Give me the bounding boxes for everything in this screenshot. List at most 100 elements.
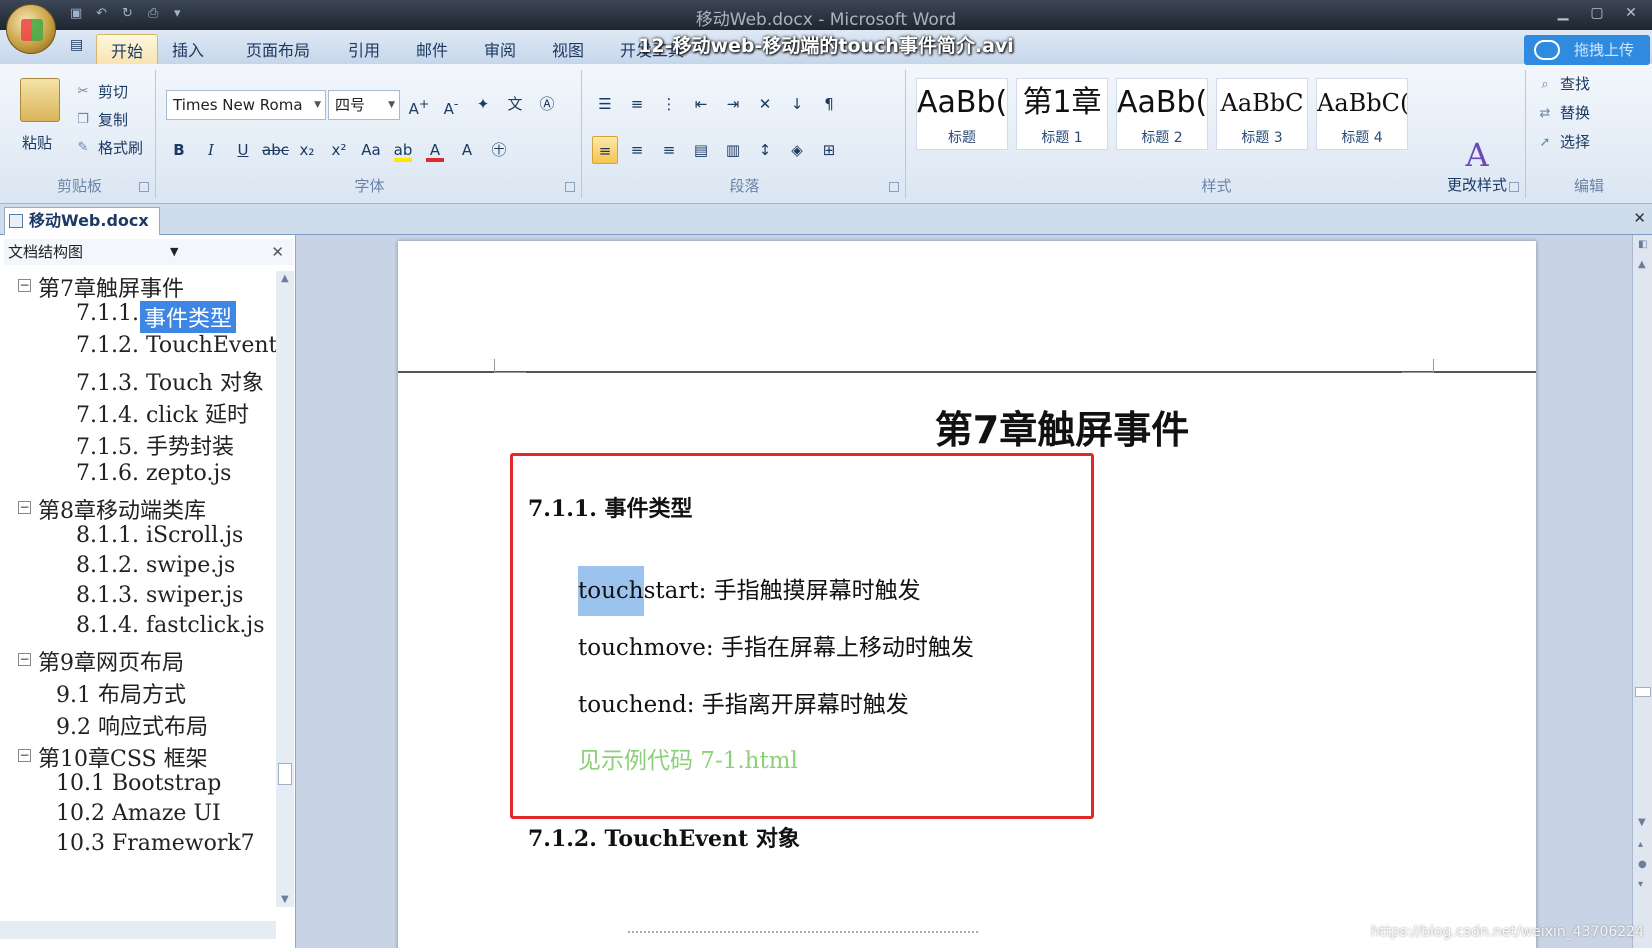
map-item[interactable]: 8.1.3. swiper.js bbox=[76, 583, 243, 608]
map-item[interactable]: 8.1.2. swipe.js bbox=[76, 553, 235, 578]
document-map-header[interactable]: 文档结构图 ▼ ✕ bbox=[4, 239, 294, 265]
close-document-icon[interactable]: ✕ bbox=[1633, 209, 1646, 227]
italic-button[interactable]: I bbox=[198, 136, 224, 164]
upload-label: 拖拽上传 bbox=[1574, 41, 1635, 59]
map-item[interactable]: 7.1.6. zepto.js bbox=[76, 461, 231, 486]
map-item[interactable]: 10.3 Framework7 bbox=[56, 831, 255, 856]
map-item[interactable]: 第10章CSS 框架 bbox=[38, 741, 208, 773]
char-shading-icon[interactable]: A bbox=[454, 136, 480, 164]
bullets-icon[interactable]: ☰ bbox=[592, 90, 618, 118]
collapse-toggle-icon[interactable]: − bbox=[18, 749, 31, 762]
collapse-toggle-icon[interactable]: − bbox=[18, 653, 31, 666]
map-item[interactable]: 第9章网页布局 bbox=[38, 645, 184, 677]
map-item[interactable]: 9.2 响应式布局 bbox=[56, 709, 208, 741]
style-heading-2[interactable]: AaBb( 标题 2 bbox=[1116, 78, 1208, 150]
font-color-button[interactable]: A bbox=[422, 136, 448, 164]
map-item[interactable]: 7.1.4. click 延时 bbox=[76, 397, 249, 429]
borders-icon[interactable]: ⊞ bbox=[816, 136, 842, 164]
change-case-button[interactable]: Aa bbox=[358, 136, 384, 164]
map-item[interactable]: 7.1.2. TouchEvent bbox=[76, 333, 277, 358]
align-center-icon[interactable]: ≡ bbox=[624, 136, 650, 164]
justify-icon[interactable]: ▤ bbox=[688, 136, 714, 164]
increase-indent-icon[interactable]: ⇥ bbox=[720, 90, 746, 118]
font-size-select[interactable]: 四号 ▼ bbox=[328, 90, 400, 120]
find-button[interactable]: ⌕ 查找 bbox=[1536, 70, 1590, 99]
map-item[interactable]: 10.2 Amaze UI bbox=[56, 801, 221, 826]
map-item[interactable]: 7.1.5. 手势封装 bbox=[76, 429, 234, 461]
align-left-icon[interactable]: ≡ bbox=[592, 136, 618, 164]
map-item[interactable]: 8.1.4. fastclick.js bbox=[76, 613, 265, 638]
font-launcher-icon[interactable] bbox=[565, 182, 575, 192]
replace-button[interactable]: ⇄ 替换 bbox=[1536, 99, 1590, 128]
chinese-layout-icon[interactable]: ✕ bbox=[752, 90, 778, 118]
multilevel-list-icon[interactable]: ⋮ bbox=[656, 90, 682, 118]
map-horizontal-scrollbar[interactable] bbox=[0, 921, 276, 939]
paragraph-label: 段落 bbox=[729, 177, 760, 195]
strikethrough-button[interactable]: abc bbox=[262, 136, 289, 164]
collapse-toggle-icon[interactable]: − bbox=[18, 501, 31, 514]
decrease-indent-icon[interactable]: ⇤ bbox=[688, 90, 714, 118]
change-styles-button[interactable]: A 更改样式 bbox=[1436, 136, 1518, 195]
clear-format-icon[interactable]: ✦ bbox=[470, 90, 496, 118]
document-scrollbar[interactable]: ◧ ▲ ▼ ▴ ● ▾ bbox=[1632, 235, 1652, 948]
paste-button[interactable]: 粘贴 bbox=[22, 132, 52, 153]
map-item[interactable]: 10.1 Bootstrap bbox=[56, 771, 221, 796]
bold-button[interactable]: B bbox=[166, 136, 192, 164]
map-item[interactable]: 9.1 布局方式 bbox=[56, 677, 186, 709]
copy-icon: ❐ bbox=[77, 112, 89, 127]
example-code-link[interactable]: 见示例代码 7-1.html bbox=[578, 741, 798, 775]
shading-icon[interactable]: ◈ bbox=[784, 136, 810, 164]
style-title[interactable]: AaBb( 标题 bbox=[916, 78, 1008, 150]
document-tab[interactable]: 移动Web.docx bbox=[4, 207, 160, 235]
format-painter-button[interactable]: ✎ 格式刷 bbox=[74, 134, 143, 162]
style-heading-4[interactable]: AaBbC( 标题 4 bbox=[1316, 78, 1408, 150]
collapse-toggle-icon[interactable]: − bbox=[18, 279, 31, 292]
superscript-button[interactable]: x² bbox=[326, 136, 352, 164]
close-icon[interactable]: ✕ bbox=[1616, 2, 1646, 24]
document-page[interactable]: 第7章触屏事件 7.1.1. 事件类型 touchstart: 手指触摸屏幕时触… bbox=[398, 241, 1536, 948]
scroll-down-icon: ▼ bbox=[281, 894, 289, 905]
grow-font-icon[interactable]: A+ bbox=[406, 90, 432, 118]
maximize-icon[interactable]: ▢ bbox=[1582, 2, 1612, 24]
drag-upload-button[interactable]: 拖拽上传 bbox=[1524, 35, 1650, 65]
touchstart-line: touchstart: 手指触摸屏幕时触发 bbox=[578, 566, 921, 616]
clipboard-launcher-icon[interactable] bbox=[139, 182, 149, 192]
style-heading-1[interactable]: 第1章 标题 1 bbox=[1016, 78, 1108, 150]
shrink-font-icon[interactable]: A- bbox=[438, 90, 464, 118]
map-item[interactable]: 第7章触屏事件 bbox=[38, 271, 184, 303]
map-scroll-thumb[interactable] bbox=[278, 763, 292, 785]
close-pane-icon[interactable]: ✕ bbox=[271, 239, 284, 265]
align-right-icon[interactable]: ≡ bbox=[656, 136, 682, 164]
char-border-icon[interactable]: Ⓐ bbox=[534, 90, 560, 118]
minimize-icon[interactable]: ▁ bbox=[1548, 2, 1578, 24]
subscript-button[interactable]: x₂ bbox=[294, 136, 320, 164]
phonetic-guide-icon[interactable]: 文 bbox=[502, 90, 528, 118]
numbering-icon[interactable]: ≡ bbox=[624, 90, 650, 118]
document-map-pane: 文档结构图 ▼ ✕ − 第7章触屏事件 7.1.1. 事件类型 7.1.2. Touch… bbox=[0, 235, 296, 948]
select-button[interactable]: ➚ 选择 bbox=[1536, 128, 1590, 157]
document-scroll-thumb[interactable] bbox=[1635, 687, 1651, 697]
cut-button[interactable]: ✂ 剪切 bbox=[74, 78, 143, 106]
map-item[interactable]: 8.1.1. iScroll.js bbox=[76, 523, 243, 548]
underline-button[interactable]: U bbox=[230, 136, 256, 164]
section-heading-711: 7.1.1. 事件类型 bbox=[528, 496, 693, 522]
paragraph-launcher-icon[interactable] bbox=[889, 182, 899, 192]
clipboard-group: 粘贴 ✂ 剪切 ❐ 复制 ✎ 格式刷 剪贴板 bbox=[4, 70, 156, 198]
enclose-char-icon[interactable]: ㊉ bbox=[486, 136, 512, 164]
highlight-button[interactable]: ab bbox=[390, 136, 416, 164]
font-name-select[interactable]: Times New Roma ▼ bbox=[166, 90, 326, 120]
show-marks-icon[interactable]: ¶ bbox=[816, 90, 842, 118]
chevron-down-icon[interactable]: ▼ bbox=[170, 239, 178, 265]
map-item-selected[interactable]: 事件类型 bbox=[140, 301, 237, 333]
distribute-icon[interactable]: ▥ bbox=[720, 136, 746, 164]
map-item[interactable]: 第8章移动端类库 bbox=[38, 493, 206, 525]
map-item[interactable]: 7.1.1. bbox=[76, 301, 139, 326]
map-scrollbar[interactable]: ▲ ▼ bbox=[276, 271, 294, 907]
paste-icon[interactable] bbox=[20, 78, 60, 122]
line-spacing-icon[interactable]: ↕ bbox=[752, 136, 778, 164]
style-heading-3[interactable]: AaBbC 标题 3 bbox=[1216, 78, 1308, 150]
font-label: 字体 bbox=[354, 177, 385, 195]
copy-button[interactable]: ❐ 复制 bbox=[74, 106, 143, 134]
sort-icon[interactable]: ↓ bbox=[784, 90, 810, 118]
map-item[interactable]: 7.1.3. Touch 对象 bbox=[76, 365, 264, 397]
